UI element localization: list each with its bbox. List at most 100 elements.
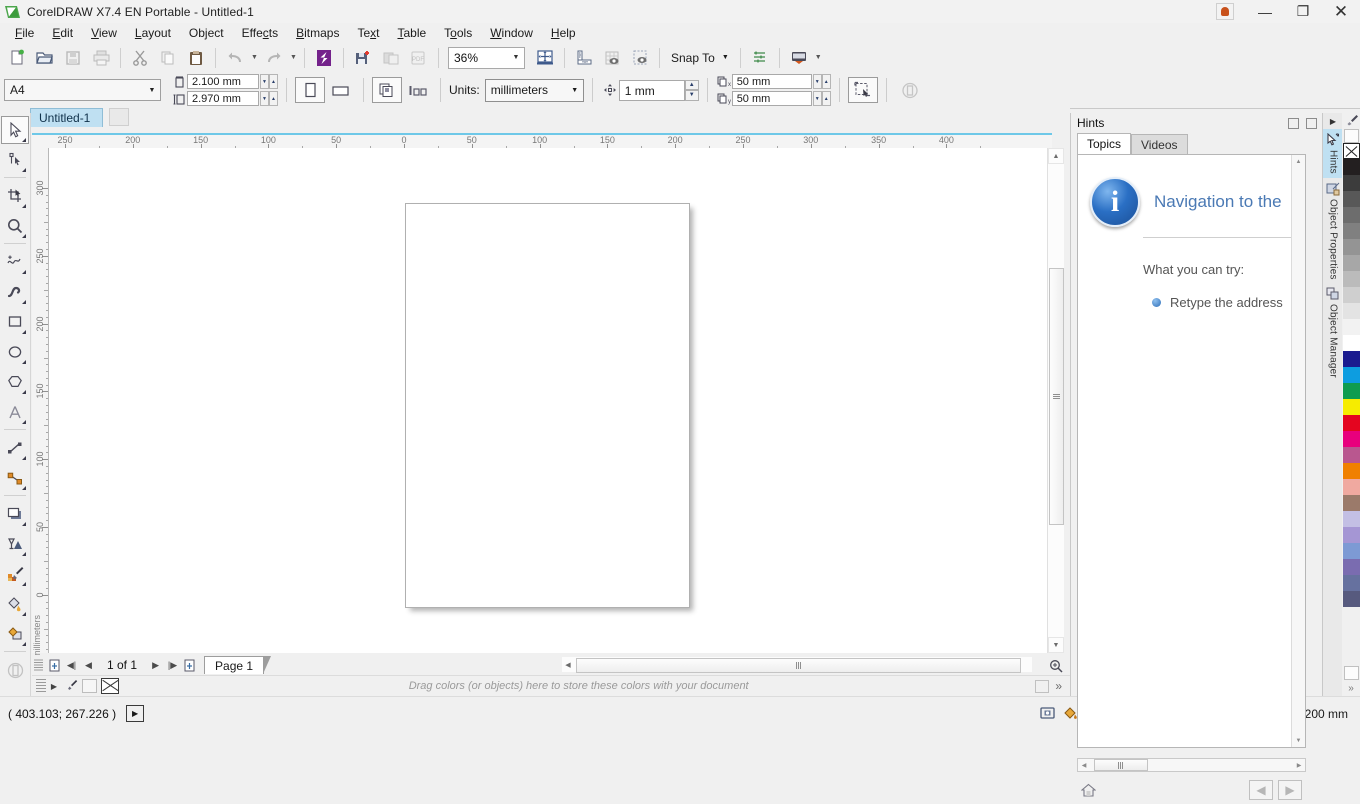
tab-topics[interactable]: Topics	[1077, 133, 1132, 154]
options-icon[interactable]	[746, 44, 774, 71]
docker-tab-object-properties[interactable]: Object Properties	[1323, 178, 1343, 284]
document-tab-untitled-1[interactable]: Untitled-1	[30, 108, 104, 127]
tab-videos[interactable]: Videos	[1131, 134, 1188, 154]
hints-back-icon[interactable]: ◀	[1249, 780, 1273, 800]
scroll-up-icon[interactable]: ▲	[1048, 148, 1064, 164]
current-page-button[interactable]	[402, 77, 432, 103]
outline-tool[interactable]	[1, 656, 29, 684]
palette-expand-icon[interactable]: »	[1055, 679, 1062, 693]
palette-swatch[interactable]	[1343, 367, 1360, 383]
vertical-scroll-thumb[interactable]	[1049, 268, 1064, 525]
crop-tool[interactable]	[1, 182, 29, 210]
snap-to-button[interactable]: Snap To ▼	[665, 45, 735, 70]
menu-file[interactable]: File	[6, 24, 43, 42]
drop-shadow-tool[interactable]	[1, 500, 29, 528]
palette-swatch[interactable]	[1343, 463, 1360, 479]
straight-line-connector-tool[interactable]	[1, 464, 29, 492]
artistic-media-tool[interactable]	[1, 278, 29, 306]
menu-table[interactable]: Table	[388, 24, 435, 42]
new-document-icon[interactable]	[3, 44, 31, 71]
page-tab-page-1[interactable]: Page 1	[204, 656, 272, 674]
duplicate-x-field[interactable]: 50 mm	[731, 74, 812, 89]
palette-swatch[interactable]	[1343, 431, 1360, 447]
page-width-field[interactable]: 2.100 mm	[187, 74, 259, 89]
flyout-arrow-icon[interactable]	[22, 390, 26, 394]
color-eyedropper-tool[interactable]	[1, 560, 29, 588]
palette-top-swatch[interactable]	[1344, 129, 1359, 143]
menu-bitmaps[interactable]: Bitmaps	[287, 24, 348, 42]
hints-scroll-down-icon[interactable]: ▼	[1292, 734, 1305, 747]
docker-tab-hints[interactable]: Hints	[1323, 129, 1343, 178]
menu-window[interactable]: Window	[481, 24, 542, 42]
application-launcher-dropdown-icon[interactable]: ▼	[813, 45, 824, 70]
flyout-arrow-icon[interactable]	[22, 300, 26, 304]
duplicate-y-spinner[interactable]: ▼	[812, 91, 822, 106]
palette-more-swatch-icon[interactable]	[1035, 679, 1050, 693]
paper-type-combo[interactable]: A4 ▼	[4, 79, 161, 101]
menu-object[interactable]: Object	[180, 24, 233, 42]
palette-swatch[interactable]	[1343, 591, 1360, 607]
menu-help[interactable]: Help	[542, 24, 585, 42]
drawing-canvas[interactable]	[49, 148, 1052, 653]
shape-tool[interactable]	[1, 146, 29, 174]
close-button[interactable]: ✕	[1322, 0, 1360, 23]
chevron-down-icon[interactable]: ▼	[567, 87, 583, 94]
canvas-horizontal-scrollbar[interactable]: ◀	[562, 657, 1032, 673]
chevron-down-icon[interactable]: ▼	[144, 87, 160, 94]
palette-swatch[interactable]	[1343, 223, 1360, 239]
next-page-button[interactable]: ▶	[147, 656, 164, 674]
palette-bottom-swatch[interactable]	[1344, 666, 1359, 680]
palette-swatch[interactable]	[1343, 575, 1360, 591]
flyout-arrow-icon[interactable]	[22, 168, 26, 172]
add-page-after-button[interactable]	[181, 656, 198, 674]
palette-swatch[interactable]	[1343, 399, 1360, 415]
flyout-arrow-icon[interactable]	[22, 582, 26, 586]
flyout-arrow-icon[interactable]	[22, 456, 26, 460]
docker-tab-object-manager[interactable]: Object Manager	[1323, 283, 1343, 382]
edit-start-button[interactable]	[847, 77, 878, 103]
scroll-left-icon[interactable]: ◀	[562, 658, 574, 671]
canvas-vertical-scrollbar[interactable]: ▲ ▼	[1047, 148, 1064, 653]
scroll-down-icon[interactable]: ▼	[1048, 637, 1064, 653]
flyout-arrow-icon[interactable]	[22, 522, 26, 526]
user-account-icon[interactable]	[1216, 3, 1234, 20]
duplicate-y-spinner-up[interactable]: ▲	[821, 91, 831, 106]
palette-swatch[interactable]	[1343, 495, 1360, 511]
flyout-arrow-icon[interactable]	[22, 330, 26, 334]
portrait-button[interactable]	[295, 77, 325, 103]
palette-swatch-placeholder[interactable]	[82, 679, 97, 693]
document-page[interactable]	[405, 203, 690, 608]
freehand-tool[interactable]	[1, 248, 29, 276]
duplicate-x-spinner-up[interactable]: ▲	[821, 74, 831, 89]
page-height-field[interactable]: 2.970 mm	[187, 91, 259, 106]
last-page-button[interactable]: |▶	[164, 656, 181, 674]
page-height-spinner[interactable]: ▼	[260, 91, 269, 106]
hints-scroll-right-icon[interactable]: ▶	[1293, 762, 1305, 769]
new-document-tab-button[interactable]	[109, 108, 130, 126]
palette-swatch[interactable]	[1343, 479, 1360, 495]
menu-tools[interactable]: Tools	[435, 24, 481, 42]
palette-swatch[interactable]	[1343, 271, 1360, 287]
palette-eyedropper-top-icon[interactable]	[1342, 113, 1360, 129]
parallel-dimension-tool[interactable]	[1, 434, 29, 462]
show-grid-icon[interactable]	[598, 44, 626, 71]
page-width-spinner[interactable]: ▼	[260, 74, 269, 89]
palette-swatch[interactable]	[1343, 351, 1360, 367]
palette-swatch[interactable]	[1343, 335, 1360, 351]
palette-swatch[interactable]	[1343, 191, 1360, 207]
zoom-tool[interactable]	[1, 212, 29, 240]
open-document-icon[interactable]	[31, 44, 59, 71]
palette-swatch[interactable]	[1343, 207, 1360, 223]
vertical-ruler[interactable]: 300 250 200 150 100 50 0	[32, 148, 49, 653]
hints-scroll-up-icon[interactable]: ▲	[1292, 155, 1305, 168]
show-guides-icon[interactable]	[626, 44, 654, 71]
undo-dropdown-icon[interactable]: ▼	[249, 45, 260, 70]
palette-swatch[interactable]	[1343, 255, 1360, 271]
palette-swatch[interactable]	[1343, 319, 1360, 335]
hints-home-icon[interactable]	[1077, 783, 1099, 797]
page-width-spinner-up[interactable]: ▲	[269, 74, 278, 89]
menu-view[interactable]: View	[82, 24, 126, 42]
landscape-button[interactable]	[325, 77, 355, 103]
palette-swatch[interactable]	[1343, 527, 1360, 543]
statusbar-toggle-button[interactable]: ▶	[126, 705, 145, 722]
